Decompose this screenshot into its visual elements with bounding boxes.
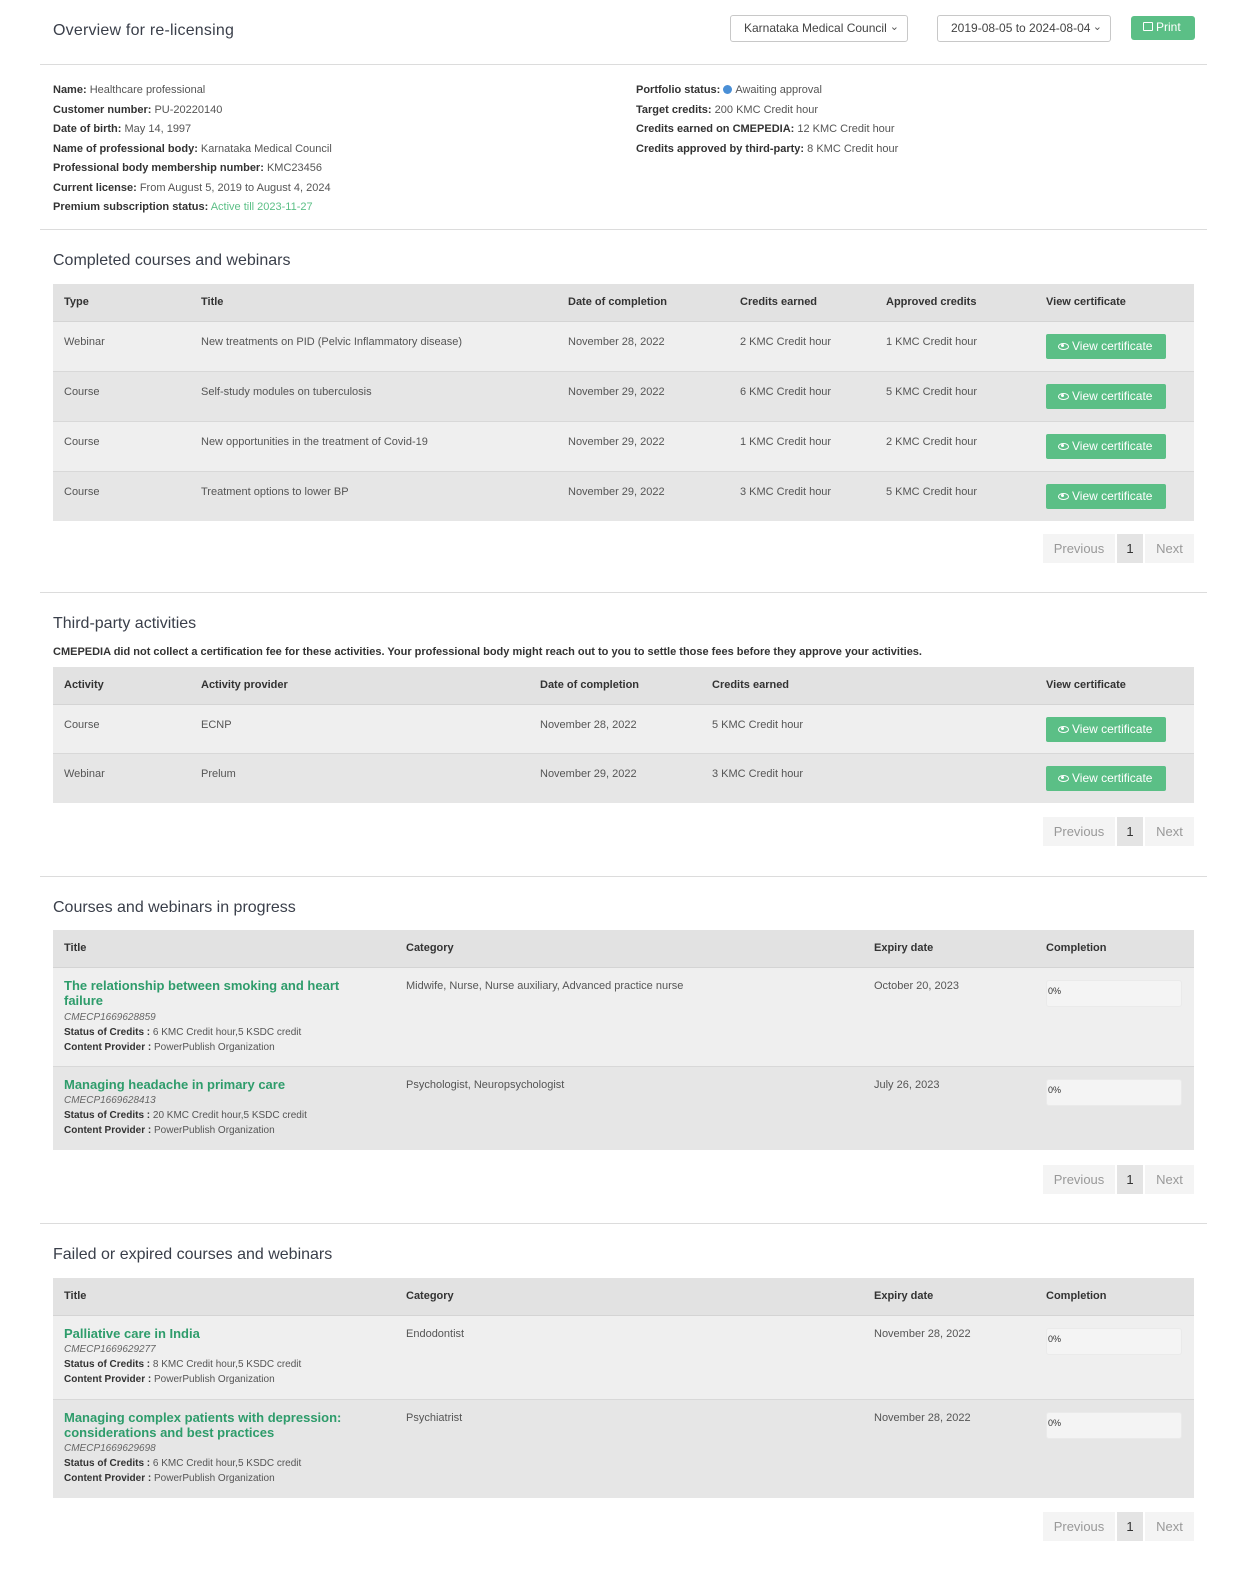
printer-icon — [1143, 22, 1153, 31]
profile-row: Professional body membership number: KMC… — [53, 162, 322, 174]
section-title-third-party: Third-party activities — [53, 615, 197, 632]
course-meta: CMECP1669629698 Status of Credits : 6 KM… — [64, 1443, 302, 1484]
table-header: Activity Activity provider Date of compl… — [53, 667, 1194, 705]
page-number-button[interactable]: 1 — [1117, 534, 1143, 563]
view-certificate-button[interactable]: View certificate — [1046, 484, 1166, 509]
view-certificate-button[interactable]: View certificate — [1046, 384, 1166, 409]
status-dot-icon — [723, 85, 733, 94]
view-certificate-button[interactable]: View certificate — [1046, 334, 1166, 359]
previous-page-button[interactable]: Previous — [1043, 1165, 1115, 1194]
divider — [40, 1223, 1207, 1224]
course-title-link[interactable]: The relationship between smoking and hea… — [64, 978, 364, 1008]
in-progress-table: Title Category Expiry date Completion Th… — [53, 930, 1194, 1150]
eye-icon — [1058, 775, 1069, 782]
table-row: Palliative care in India CMECP1669629277… — [53, 1316, 1194, 1400]
completion-progress-bar: 0% — [1046, 1412, 1182, 1439]
next-page-button[interactable]: Next — [1145, 534, 1194, 563]
third-party-note: CMEPEDIA did not collect a certification… — [53, 646, 922, 658]
profile-info-left: Name: Healthcare professional Customer n… — [53, 84, 332, 221]
third-party-table: Activity Activity provider Date of compl… — [53, 667, 1194, 803]
table-row: Webinar Prelum November 29, 2022 3 KMC C… — [53, 754, 1194, 803]
previous-page-button[interactable]: Previous — [1043, 817, 1115, 846]
profile-row: Date of birth: May 14, 1997 — [53, 123, 192, 135]
section-title-in-progress: Courses and webinars in progress — [53, 899, 296, 916]
page-number-button[interactable]: 1 — [1117, 1512, 1143, 1541]
completion-progress-bar: 0% — [1046, 1328, 1182, 1355]
pagination-failed: Previous 1 Next — [1043, 1512, 1194, 1541]
course-title-link[interactable]: Managing complex patients with depressio… — [64, 1410, 364, 1440]
profile-row: Target credits: 200 KMC Credit hour — [636, 103, 818, 116]
page-title: Overview for re-licensing — [53, 22, 235, 39]
eye-icon — [1058, 493, 1069, 500]
view-certificate-button[interactable]: View certificate — [1046, 766, 1166, 791]
section-title-completed: Completed courses and webinars — [53, 252, 291, 269]
subscription-status: Active till 2023-11-27 — [210, 201, 313, 213]
page-number-button[interactable]: 1 — [1117, 1165, 1143, 1194]
page-number-button[interactable]: 1 — [1117, 817, 1143, 846]
table-row: Course Treatment options to lower BP Nov… — [53, 472, 1194, 521]
table-row: Managing headache in primary care CMECP1… — [53, 1067, 1194, 1150]
table-row: The relationship between smoking and hea… — [53, 968, 1194, 1067]
divider — [40, 592, 1207, 593]
portfolio-status: Awaiting approval — [735, 84, 822, 96]
profile-row: Customer number: PU-20220140 — [53, 103, 223, 116]
section-title-failed: Failed or expired courses and webinars — [53, 1246, 333, 1263]
course-meta: CMECP1669628859 Status of Credits : 6 KM… — [64, 1012, 302, 1053]
course-title-link[interactable]: Palliative care in India — [64, 1326, 364, 1341]
eye-icon — [1058, 726, 1069, 733]
chevron-down-icon: ⌄ — [889, 21, 899, 33]
table-row: Webinar New treatments on PID (Pelvic In… — [53, 322, 1194, 372]
table-row: Course New opportunities in the treatmen… — [53, 422, 1194, 472]
divider — [40, 229, 1207, 230]
table-row: Managing complex patients with depressio… — [53, 1400, 1194, 1498]
table-header: Type Title Date of completion Credits ea… — [53, 284, 1194, 322]
course-title-link[interactable]: Managing headache in primary care — [64, 1077, 364, 1092]
divider — [40, 64, 1207, 65]
profile-row: Premium subscription status: Active till… — [53, 201, 313, 213]
completion-progress-bar: 0% — [1046, 1079, 1182, 1106]
print-button[interactable]: Print — [1131, 16, 1195, 40]
table-header: Title Category Expiry date Completion — [53, 1278, 1194, 1316]
divider — [40, 876, 1207, 877]
table-header: Title Category Expiry date Completion — [53, 930, 1194, 968]
view-certificate-button[interactable]: View certificate — [1046, 717, 1166, 742]
pagination-third-party: Previous 1 Next — [1043, 817, 1194, 846]
next-page-button[interactable]: Next — [1145, 1165, 1194, 1194]
profile-info-right: Portfolio status: Awaiting approval Targe… — [636, 84, 898, 162]
previous-page-button[interactable]: Previous — [1043, 1512, 1115, 1541]
previous-page-button[interactable]: Previous — [1043, 534, 1115, 563]
eye-icon — [1058, 343, 1069, 350]
profile-row: Credits approved by third-party: 8 KMC C… — [636, 142, 899, 155]
view-certificate-button[interactable]: View certificate — [1046, 434, 1166, 459]
eye-icon — [1058, 443, 1069, 450]
pagination-in-progress: Previous 1 Next — [1043, 1165, 1194, 1194]
page-header: Overview for re-licensing Karnataka Medi… — [0, 0, 1259, 66]
next-page-button[interactable]: Next — [1145, 817, 1194, 846]
completion-progress-bar: 0% — [1046, 980, 1182, 1007]
pagination-completed: Previous 1 Next — [1043, 534, 1194, 563]
date-range-select[interactable]: 2019-08-05 to 2024-08-04 ⌄ — [937, 15, 1111, 42]
table-row: Course Self-study modules on tuberculosi… — [53, 372, 1194, 422]
completed-table: Type Title Date of completion Credits ea… — [53, 284, 1194, 521]
print-label: Print — [1156, 20, 1181, 34]
eye-icon — [1058, 393, 1069, 400]
chevron-down-icon: ⌄ — [1092, 21, 1102, 33]
profile-row: Name: Healthcare professional — [53, 84, 206, 96]
next-page-button[interactable]: Next — [1145, 1512, 1194, 1541]
council-select-value: Karnataka Medical Council — [744, 21, 887, 35]
council-select[interactable]: Karnataka Medical Council ⌄ — [730, 15, 908, 42]
failed-table: Title Category Expiry date Completion Pa… — [53, 1278, 1194, 1498]
table-row: Course ECNP November 28, 2022 5 KMC Cred… — [53, 705, 1194, 754]
date-range-select-value: 2019-08-05 to 2024-08-04 — [951, 21, 1091, 35]
profile-row: Credits earned on CMEPEDIA: 12 KMC Credi… — [636, 123, 895, 135]
course-meta: CMECP1669629277 Status of Credits : 8 KM… — [64, 1344, 302, 1385]
profile-row: Current license: From August 5, 2019 to … — [53, 181, 331, 194]
portfolio-status-row: Portfolio status: Awaiting approval — [636, 84, 822, 96]
profile-row: Name of professional body: Karnataka Med… — [53, 142, 332, 155]
course-meta: CMECP1669628413 Status of Credits : 20 K… — [64, 1095, 307, 1136]
